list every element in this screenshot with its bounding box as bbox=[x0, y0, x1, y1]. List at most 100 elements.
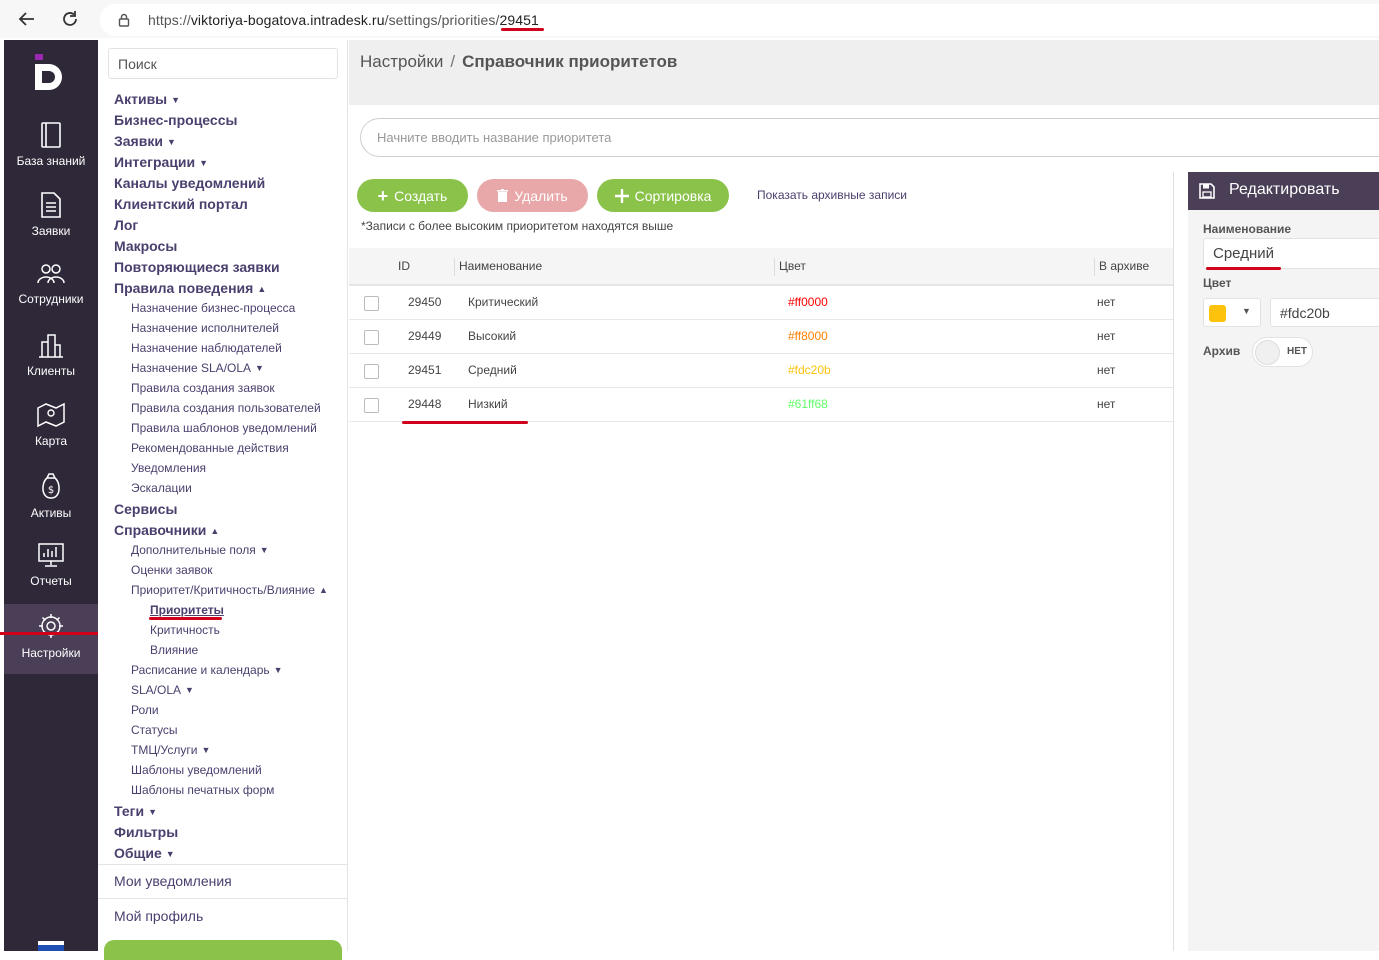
menu-item[interactable]: Правила создания пользователей bbox=[131, 401, 321, 415]
color-hex-input[interactable]: #fdc20b bbox=[1270, 298, 1379, 327]
priority-filter-input[interactable]: Начните вводить название приоритета bbox=[360, 118, 1379, 157]
menu-item[interactable]: Справочники ▲ bbox=[114, 522, 219, 538]
caret-down-icon[interactable]: ▼ bbox=[255, 363, 264, 373]
menu-item[interactable]: Уведомления bbox=[131, 461, 206, 475]
menu-item[interactable]: Назначение исполнителей bbox=[131, 321, 279, 335]
back-arrow-icon[interactable] bbox=[14, 6, 40, 32]
menu-item[interactable]: Шаблоны уведомлений bbox=[131, 763, 262, 777]
sidebar-item-employees[interactable]: Сотрудники bbox=[4, 254, 98, 324]
menu-item[interactable]: Оценки заявок bbox=[131, 563, 213, 577]
row-checkbox[interactable] bbox=[364, 398, 379, 413]
color-picker[interactable]: ▼ bbox=[1203, 298, 1261, 327]
caret-down-icon[interactable]: ▼ bbox=[201, 745, 210, 755]
menu-item[interactable]: Макросы bbox=[114, 238, 177, 254]
menu-item[interactable]: Рекомендованные действия bbox=[131, 441, 289, 455]
menu-item[interactable]: Заявки ▼ bbox=[114, 133, 176, 149]
breadcrumb-settings[interactable]: Настройки bbox=[360, 52, 443, 71]
caret-down-icon[interactable]: ▼ bbox=[167, 137, 176, 147]
menu-item-label: Оценки заявок bbox=[131, 563, 213, 577]
menu-item-label: Эскалации bbox=[131, 481, 192, 495]
sidebar-item-clients[interactable]: Клиенты bbox=[4, 324, 98, 394]
language-flag-icon[interactable] bbox=[38, 941, 64, 951]
menu-item[interactable]: Назначение SLA/OLA ▼ bbox=[131, 361, 264, 375]
menu-item[interactable]: Правила поведения ▲ bbox=[114, 280, 266, 296]
caret-down-icon[interactable]: ▼ bbox=[166, 849, 175, 859]
menu-item-label: Расписание и календарь bbox=[131, 663, 270, 677]
table-row[interactable]: 29451 Средний #fdc20b нет bbox=[349, 354, 1173, 388]
sidebar-item-assets[interactable]: $ Активы bbox=[4, 464, 98, 534]
menu-item[interactable]: Каналы уведомлений bbox=[114, 175, 265, 191]
menu-item[interactable]: Правила шаблонов уведомлений bbox=[131, 421, 317, 435]
column-header-archived[interactable]: В архиве bbox=[1099, 259, 1149, 273]
edit-panel-header: Редактировать bbox=[1188, 172, 1379, 210]
menu-item[interactable]: Влияние bbox=[150, 643, 198, 657]
caret-down-icon[interactable]: ▼ bbox=[260, 545, 269, 555]
column-header-color[interactable]: Цвет bbox=[779, 259, 806, 273]
menu-item[interactable]: Интеграции ▼ bbox=[114, 154, 208, 170]
my-notifications-link[interactable]: Мои уведомления bbox=[114, 873, 232, 889]
menu-item[interactable]: Клиентский портал bbox=[114, 196, 248, 212]
sidebar-label: Отчеты bbox=[30, 574, 72, 588]
delete-button[interactable]: Удалить bbox=[477, 179, 588, 212]
caret-up-icon[interactable]: ▲ bbox=[257, 284, 266, 294]
archive-toggle[interactable]: НЕТ bbox=[1252, 337, 1313, 367]
my-profile-link[interactable]: Мой профиль bbox=[114, 908, 203, 924]
sort-button[interactable]: Сортировка bbox=[597, 179, 729, 212]
menu-item[interactable]: Критичность bbox=[150, 623, 220, 637]
column-header-name[interactable]: Наименование bbox=[459, 259, 542, 273]
address-bar[interactable]: https://viktoriya-bogatova.intradesk.ru/… bbox=[100, 4, 1379, 36]
caret-up-icon[interactable]: ▲ bbox=[210, 526, 219, 536]
menu-item[interactable]: SLA/OLA ▼ bbox=[131, 683, 194, 697]
caret-down-icon[interactable]: ▼ bbox=[274, 665, 283, 675]
caret-down-icon[interactable]: ▼ bbox=[185, 685, 194, 695]
sidebar-item-reports[interactable]: Отчеты bbox=[4, 534, 98, 604]
table-row[interactable]: 29450 Критический #ff0000 нет bbox=[349, 286, 1173, 320]
row-checkbox[interactable] bbox=[364, 364, 379, 379]
menu-item[interactable]: Фильтры bbox=[114, 824, 178, 840]
row-checkbox[interactable] bbox=[364, 330, 379, 345]
menu-item[interactable]: Повторяющиеся заявки bbox=[114, 259, 280, 275]
menu-item[interactable]: Приоритеты bbox=[150, 603, 224, 617]
menu-item[interactable]: Лог bbox=[114, 217, 138, 233]
menu-item-label: Фильтры bbox=[114, 824, 179, 840]
row-checkbox[interactable] bbox=[364, 296, 379, 311]
menu-item[interactable]: Назначение бизнес-процесса bbox=[131, 301, 295, 315]
menu-item[interactable]: Сервисы bbox=[114, 501, 177, 517]
sidebar-item-requests[interactable]: Заявки bbox=[4, 184, 98, 254]
green-action-button[interactable] bbox=[104, 940, 342, 960]
reload-icon[interactable] bbox=[57, 6, 83, 32]
menu-search-input[interactable]: Поиск bbox=[108, 48, 338, 79]
menu-item[interactable]: Бизнес-процессы bbox=[114, 112, 237, 128]
menu-item[interactable]: Шаблоны печатных форм bbox=[131, 783, 274, 797]
sidebar-item-map[interactable]: Карта bbox=[4, 394, 98, 464]
sidebar-item-knowledge-base[interactable]: База знаний bbox=[4, 114, 98, 184]
caret-up-icon[interactable]: ▲ bbox=[319, 585, 328, 595]
chevron-down-icon: ▼ bbox=[1242, 306, 1251, 316]
menu-item[interactable]: Правила создания заявок bbox=[131, 381, 275, 395]
caret-down-icon[interactable]: ▼ bbox=[199, 158, 208, 168]
menu-item[interactable]: Дополнительные поля ▼ bbox=[131, 543, 269, 557]
menu-item[interactable]: Роли bbox=[131, 703, 159, 717]
menu-item[interactable]: Назначение наблюдателей bbox=[131, 341, 282, 355]
intradesk-logo[interactable] bbox=[33, 54, 69, 95]
save-icon[interactable] bbox=[1199, 183, 1215, 199]
table-row[interactable]: 29448 Низкий #61ff68 нет bbox=[349, 388, 1173, 422]
sidebar-item-settings[interactable]: Настройки bbox=[4, 604, 98, 674]
create-button[interactable]: + Создать bbox=[357, 179, 468, 212]
menu-item[interactable]: Статусы bbox=[131, 723, 178, 737]
cell-id: 29448 bbox=[408, 397, 442, 411]
menu-item[interactable]: Эскалации bbox=[131, 481, 192, 495]
menu-item[interactable]: Активы ▼ bbox=[114, 91, 180, 107]
column-header-id[interactable]: ID bbox=[398, 259, 410, 273]
menu-item[interactable]: Приоритет/Критичность/Влияние ▲ bbox=[131, 583, 328, 597]
menu-item[interactable]: ТМЦ/Услуги ▼ bbox=[131, 743, 210, 757]
menu-item[interactable]: Расписание и календарь ▼ bbox=[131, 663, 283, 677]
menu-item-label: Уведомления bbox=[131, 461, 207, 475]
name-input[interactable]: Средний bbox=[1203, 238, 1379, 269]
caret-down-icon[interactable]: ▼ bbox=[148, 807, 157, 817]
menu-item[interactable]: Общие ▼ bbox=[114, 845, 175, 861]
menu-item[interactable]: Теги ▼ bbox=[114, 803, 157, 819]
caret-down-icon[interactable]: ▼ bbox=[171, 95, 180, 105]
table-row[interactable]: 29449 Высокий #ff8000 нет bbox=[349, 320, 1173, 354]
show-archive-link[interactable]: Показать архивные записи bbox=[757, 188, 907, 202]
